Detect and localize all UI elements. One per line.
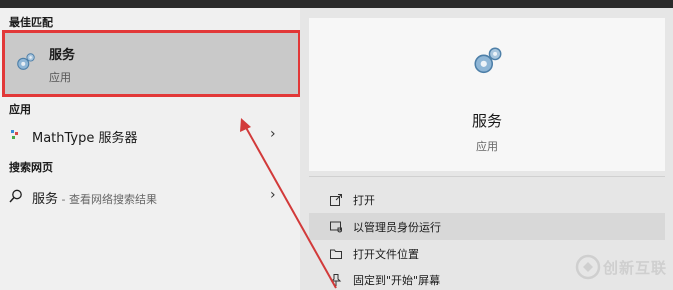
watermark-text: 创新互联 [603, 259, 668, 277]
web-search-label: 服务 - 查看网络搜索结果 [32, 188, 157, 207]
watermark: 创新互联 [575, 250, 673, 284]
detail-name: 服务 [471, 112, 502, 130]
app-result-label: MathType 服务器 [32, 131, 138, 146]
best-match-type: 应用 [49, 71, 71, 84]
action-open[interactable]: 打开 [309, 186, 665, 213]
search-icon [9, 189, 22, 203]
chevron-right-icon[interactable]: › [270, 187, 276, 203]
action-label: 固定到"开始"屏幕 [353, 274, 441, 287]
folder-icon [330, 249, 342, 259]
detail-type: 应用 [476, 140, 498, 153]
chevron-right-icon[interactable]: › [270, 126, 276, 142]
detail-card: 服务 应用 [309, 18, 665, 171]
open-icon [330, 194, 342, 206]
app-result-mathtype[interactable]: MathType 服务器 › [0, 122, 300, 148]
best-match-result[interactable]: 服务 应用 [2, 30, 301, 97]
web-search-result[interactable]: 服务 - 查看网络搜索结果 › [0, 183, 300, 209]
watermark-logo-icon [575, 254, 601, 280]
section-web-search: 搜索网页 [9, 161, 53, 174]
pin-icon [330, 274, 342, 286]
action-label: 以管理员身份运行 [353, 221, 441, 234]
web-search-suffix: - 查看网络搜索结果 [58, 193, 157, 206]
shield-icon [330, 221, 342, 233]
best-match-name: 服务 [49, 48, 76, 63]
services-gear-icon [17, 53, 35, 70]
action-label: 打开 [353, 194, 375, 207]
web-search-query: 服务 [32, 192, 59, 207]
action-run-as-admin[interactable]: 以管理员身份运行 [309, 213, 665, 240]
section-apps: 应用 [9, 103, 31, 116]
services-gear-icon [474, 47, 502, 74]
mathtype-icon [11, 130, 18, 139]
section-best-match: 最佳匹配 [9, 16, 53, 29]
top-bar [0, 0, 673, 8]
action-label: 打开文件位置 [353, 248, 419, 261]
divider [309, 176, 665, 177]
